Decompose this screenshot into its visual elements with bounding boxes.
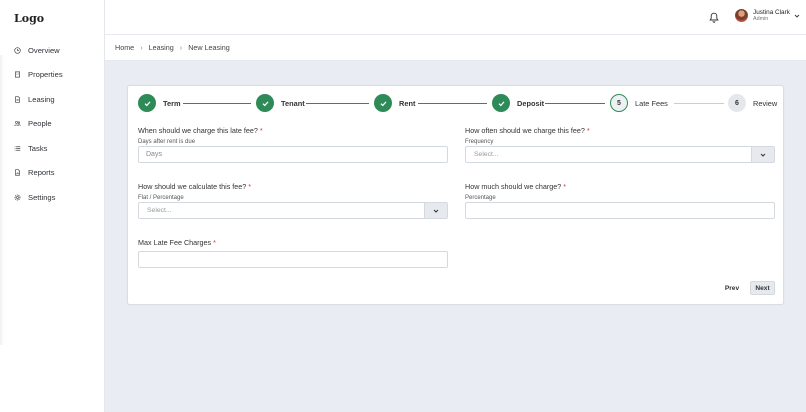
list-icon (14, 145, 21, 152)
frequency-select[interactable]: Select... (465, 146, 775, 163)
user-role: Admin (753, 16, 769, 23)
required-marker: * (563, 182, 567, 191)
breadcrumb-home[interactable]: Home (115, 43, 134, 52)
step-label: Deposit (517, 98, 545, 108)
check-icon (256, 94, 274, 112)
step-label: Tenant (281, 98, 305, 108)
check-icon (492, 94, 510, 112)
main-content: Term Tenant Rent Deposit 5 Late Fees 6 R… (105, 61, 806, 412)
question-amount: How much should we charge? * (465, 182, 567, 191)
bell-icon[interactable] (709, 12, 719, 23)
breadcrumb-current: New Leasing (188, 43, 230, 52)
select-placeholder: Select... (147, 207, 172, 214)
gear-icon (14, 194, 21, 201)
chevron-down-icon[interactable] (424, 203, 447, 218)
step-label: Rent (399, 98, 416, 108)
days-input[interactable]: Days (138, 146, 448, 163)
step-term[interactable]: Term (138, 94, 181, 112)
document-icon (14, 96, 20, 103)
user-name: Justina Clark (753, 9, 790, 16)
chevron-down-icon[interactable] (751, 147, 774, 162)
required-marker: * (586, 126, 590, 135)
field-sublabel: Days after rent is due (138, 139, 196, 145)
user-info: Justina Clark Admin (753, 9, 790, 22)
step-label: Term (163, 98, 181, 108)
sidebar-item-leasing[interactable]: Leasing (0, 87, 104, 112)
sidebar-item-settings[interactable]: Settings (0, 185, 104, 210)
step-label: Review (753, 98, 778, 108)
sidebar-item-people[interactable]: People (0, 112, 104, 137)
sidebar-item-label: Properties (28, 70, 63, 80)
check-icon (138, 94, 156, 112)
required-marker: * (248, 182, 252, 191)
sidebar-nav: Overview Properties Leasing People Tasks… (0, 38, 104, 210)
question-frequency: How often should we charge this fee? * (465, 126, 590, 135)
breadcrumb: Home › Leasing › New Leasing (105, 35, 806, 61)
sidebar-item-label: Reports (28, 168, 55, 178)
step-connector (545, 103, 605, 104)
select-placeholder: Select... (474, 151, 499, 158)
sidebar-item-label: Leasing (28, 94, 55, 104)
field-sublabel: Flat / Percentage (138, 195, 184, 201)
question-max-charges: Max Late Fee Charges * (138, 238, 216, 247)
sidebar-item-label: Settings (28, 192, 56, 202)
sidebar-item-reports[interactable]: Reports (0, 161, 104, 186)
step-review[interactable]: 6 Review (728, 94, 777, 112)
step-rent[interactable]: Rent (374, 94, 415, 112)
sidebar-item-overview[interactable]: Overview (0, 38, 104, 63)
calculation-select[interactable]: Select... (138, 202, 448, 219)
required-marker: * (259, 126, 263, 135)
percentage-input[interactable] (465, 202, 775, 219)
building-icon (14, 71, 20, 78)
prev-button[interactable]: Prev (720, 282, 744, 295)
step-label: Late Fees (635, 98, 668, 108)
chevron-down-icon[interactable] (794, 13, 800, 19)
user-menu[interactable]: Justina Clark Admin (735, 9, 800, 22)
breadcrumb-leasing[interactable]: Leasing (149, 43, 174, 52)
step-number: 6 (728, 94, 746, 112)
step-connector (674, 103, 724, 104)
breadcrumb-separator: › (179, 43, 183, 52)
step-number: 5 (610, 94, 628, 112)
leasing-form-card: Term Tenant Rent Deposit 5 Late Fees 6 R… (127, 85, 784, 305)
question-late-fee-timing: When should we charge this late fee? * (138, 126, 263, 135)
report-icon (14, 169, 20, 176)
sidebar-item-label: Overview (28, 45, 60, 55)
clock-icon (14, 47, 21, 54)
question-calculation: How should we calculate this fee? * (138, 182, 252, 191)
step-connector (306, 103, 369, 104)
sidebar-item-label: People (28, 119, 52, 129)
people-icon (14, 120, 21, 127)
top-bar: Justina Clark Admin (105, 0, 806, 35)
next-button[interactable]: Next (750, 281, 775, 295)
sidebar-item-tasks[interactable]: Tasks (0, 136, 104, 161)
step-connector (183, 103, 251, 104)
sidebar: Logo Overview Properties Leasing People … (0, 0, 105, 412)
check-icon (374, 94, 392, 112)
field-sublabel: Frequency (465, 139, 494, 145)
sidebar-item-properties[interactable]: Properties (0, 63, 104, 88)
max-charges-input[interactable] (138, 251, 448, 268)
step-tenant[interactable]: Tenant (256, 94, 305, 112)
field-sublabel: Percentage (465, 195, 496, 201)
breadcrumb-separator: › (140, 43, 143, 52)
sidebar-item-label: Tasks (28, 143, 48, 153)
sidebar-shadow (0, 55, 4, 345)
step-connector (418, 103, 487, 104)
required-marker: * (213, 238, 216, 247)
logo[interactable]: Logo (14, 12, 44, 25)
step-late-fees[interactable]: 5 Late Fees (610, 94, 668, 112)
avatar[interactable] (735, 9, 748, 23)
step-deposit[interactable]: Deposit (492, 94, 544, 112)
stepper: Term Tenant Rent Deposit 5 Late Fees 6 R… (138, 94, 777, 114)
